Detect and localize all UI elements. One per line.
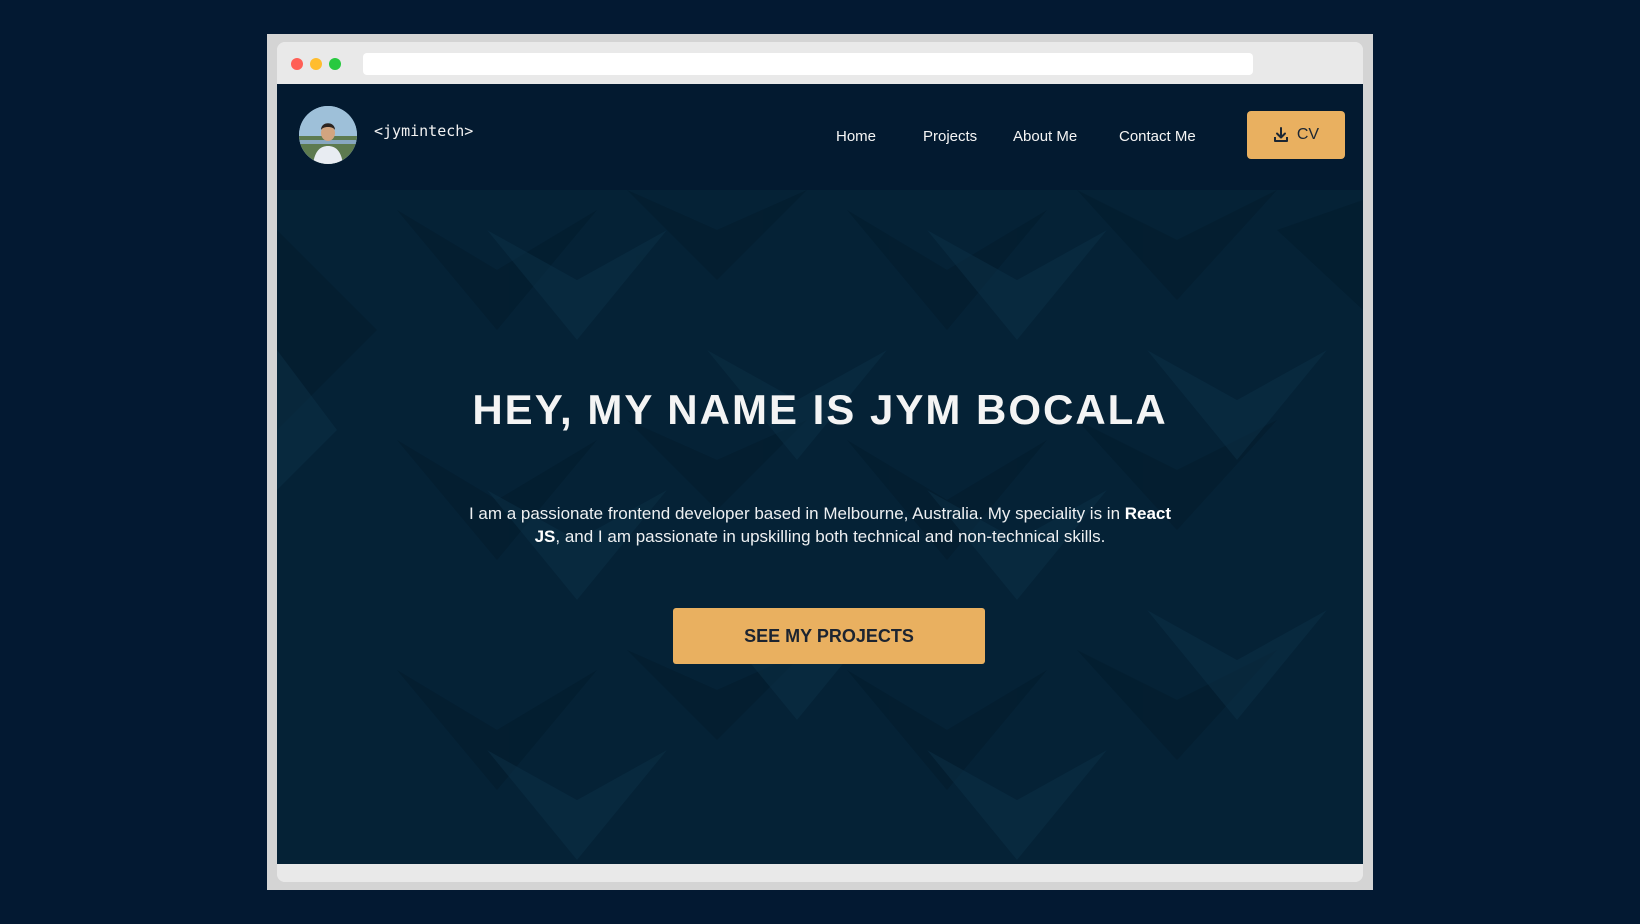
nav-link-projects[interactable]: Projects: [923, 128, 977, 145]
navbar: <jymintech> Home Projects About Me Conta…: [277, 84, 1363, 190]
maximize-window-button[interactable]: [329, 58, 341, 70]
avatar[interactable]: [299, 106, 357, 164]
see-my-projects-button[interactable]: SEE MY PROJECTS: [673, 608, 985, 664]
hero-description-text-start: I am a passionate frontend developer bas…: [468, 504, 1125, 523]
address-bar[interactable]: [363, 53, 1253, 75]
nav-link-about-me[interactable]: About Me: [1013, 128, 1077, 145]
hero-description: I am a passionate frontend developer bas…: [457, 502, 1183, 548]
hero-title: HEY, MY NAME IS JYM BOCALA: [472, 386, 1168, 433]
cv-button-label: CV: [1296, 126, 1320, 143]
browser-window: <jymintech> Home Projects About Me Conta…: [277, 42, 1363, 882]
brand-logo-text[interactable]: <jymintech>: [374, 122, 473, 140]
close-window-button[interactable]: [291, 58, 303, 70]
nav-link-contact-me[interactable]: Contact Me: [1119, 128, 1196, 145]
download-cv-button[interactable]: CV: [1247, 111, 1345, 159]
browser-bottom-bar: [277, 864, 1363, 882]
browser-titlebar: [277, 42, 1363, 84]
avatar-photo: [299, 106, 357, 164]
browser-frame: <jymintech> Home Projects About Me Conta…: [267, 34, 1373, 890]
hero-description-text-end: , and I am passionate in upskilling both…: [555, 527, 1106, 546]
nav-link-home[interactable]: Home: [836, 128, 876, 145]
minimize-window-button[interactable]: [310, 58, 322, 70]
web-page: <jymintech> Home Projects About Me Conta…: [277, 84, 1363, 864]
download-icon: [1273, 127, 1288, 142]
